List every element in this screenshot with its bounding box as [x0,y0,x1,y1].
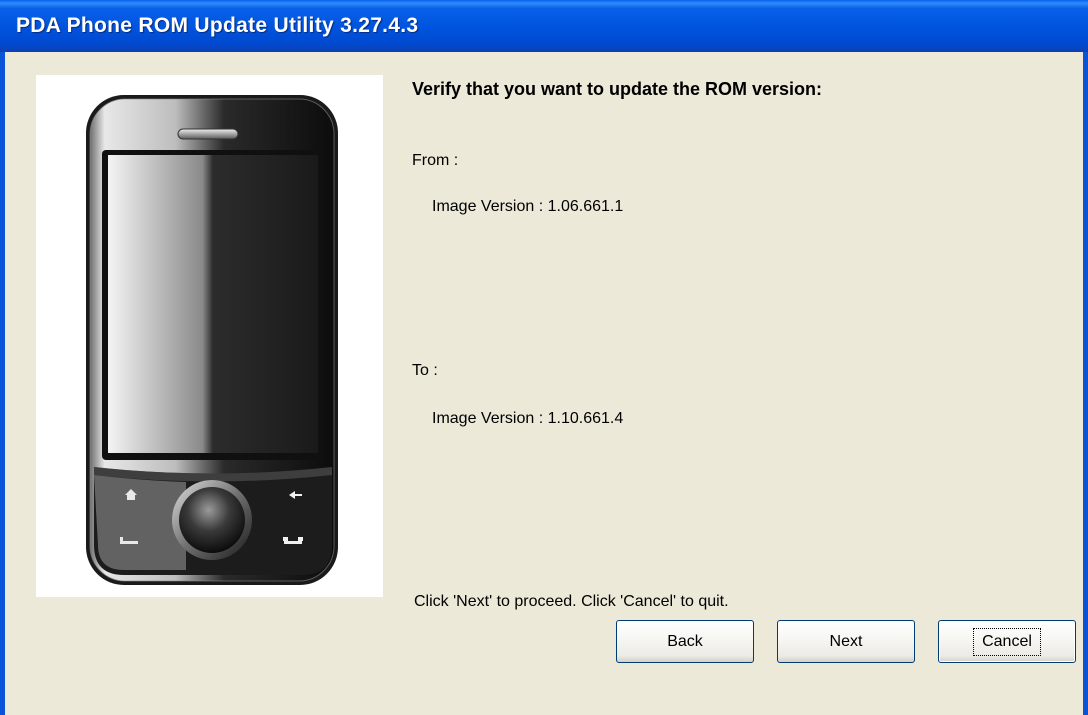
from-image-version: Image Version : 1.06.661.1 [432,198,624,215]
to-image-version: Image Version : 1.10.661.4 [432,410,624,427]
confirmation-heading: Verify that you want to update the ROM v… [412,79,823,99]
phone-device-image [86,95,338,585]
from-label: From : [412,152,459,169]
window-title: PDA Phone ROM Update Utility 3.27.4.3 [16,14,419,37]
cancel-button-label: Cancel [973,627,1041,656]
title-bar[interactable]: PDA Phone ROM Update Utility 3.27.4.3 [0,0,1088,52]
instruction-text: Click 'Next' to proceed. Click 'Cancel' … [414,593,729,610]
back-button-label: Back [667,632,703,650]
back-button[interactable]: Back [616,620,754,663]
next-button-label: Next [829,632,863,650]
next-button[interactable]: Next [777,620,915,663]
dialog-content: Verify that you want to update the ROM v… [5,52,1083,715]
to-label: To : [412,362,438,379]
dialog-window: PDA Phone ROM Update Utility 3.27.4.3 Ve… [0,0,1088,715]
cancel-button[interactable]: Cancel [938,620,1076,663]
phone-image-panel [36,75,383,597]
